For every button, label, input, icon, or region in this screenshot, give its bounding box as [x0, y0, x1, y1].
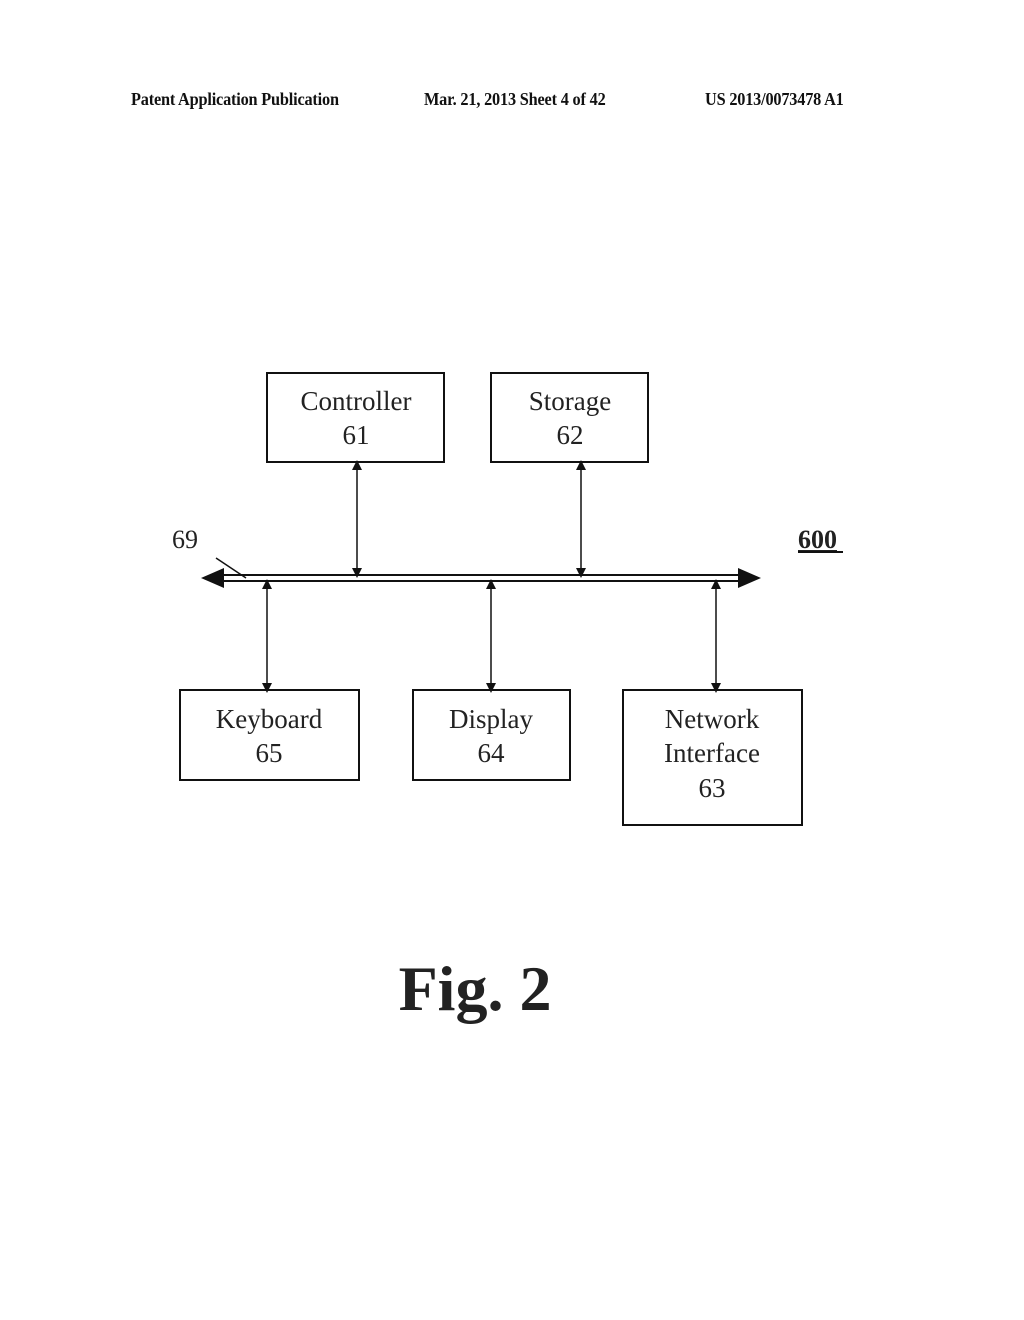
figure-ref-label: 600 — [798, 525, 837, 554]
keyboard-box: Keyboard 65 — [179, 689, 360, 781]
display-box: Display 64 — [412, 689, 571, 781]
bus-69 — [201, 557, 761, 588]
bus-left-arrowhead — [201, 568, 224, 588]
storage-title: Storage — [529, 386, 611, 416]
bus-right-arrowhead — [738, 568, 761, 588]
block-diagram: 69 600 Controller 61 Storage 62 Keyboard… — [172, 372, 843, 1024]
keyboard-title: Keyboard — [216, 704, 323, 734]
network-ref: 63 — [699, 773, 726, 803]
controller-ref: 61 — [343, 420, 370, 450]
controller-box: Controller 61 — [266, 372, 445, 463]
keyboard-ref: 65 — [256, 738, 283, 768]
storage-box: Storage 62 — [490, 372, 649, 463]
controller-title: Controller — [301, 386, 412, 416]
network-title-line2: Interface — [664, 738, 760, 768]
display-title: Display — [449, 704, 533, 734]
network-title-line1: Network — [665, 704, 760, 734]
figure-caption: Fig. 2 — [399, 953, 552, 1024]
bus-ref-label: 69 — [172, 525, 198, 554]
network-interface-box: Network Interface 63 — [622, 689, 803, 826]
display-ref: 64 — [478, 738, 506, 768]
storage-ref: 62 — [557, 420, 584, 450]
